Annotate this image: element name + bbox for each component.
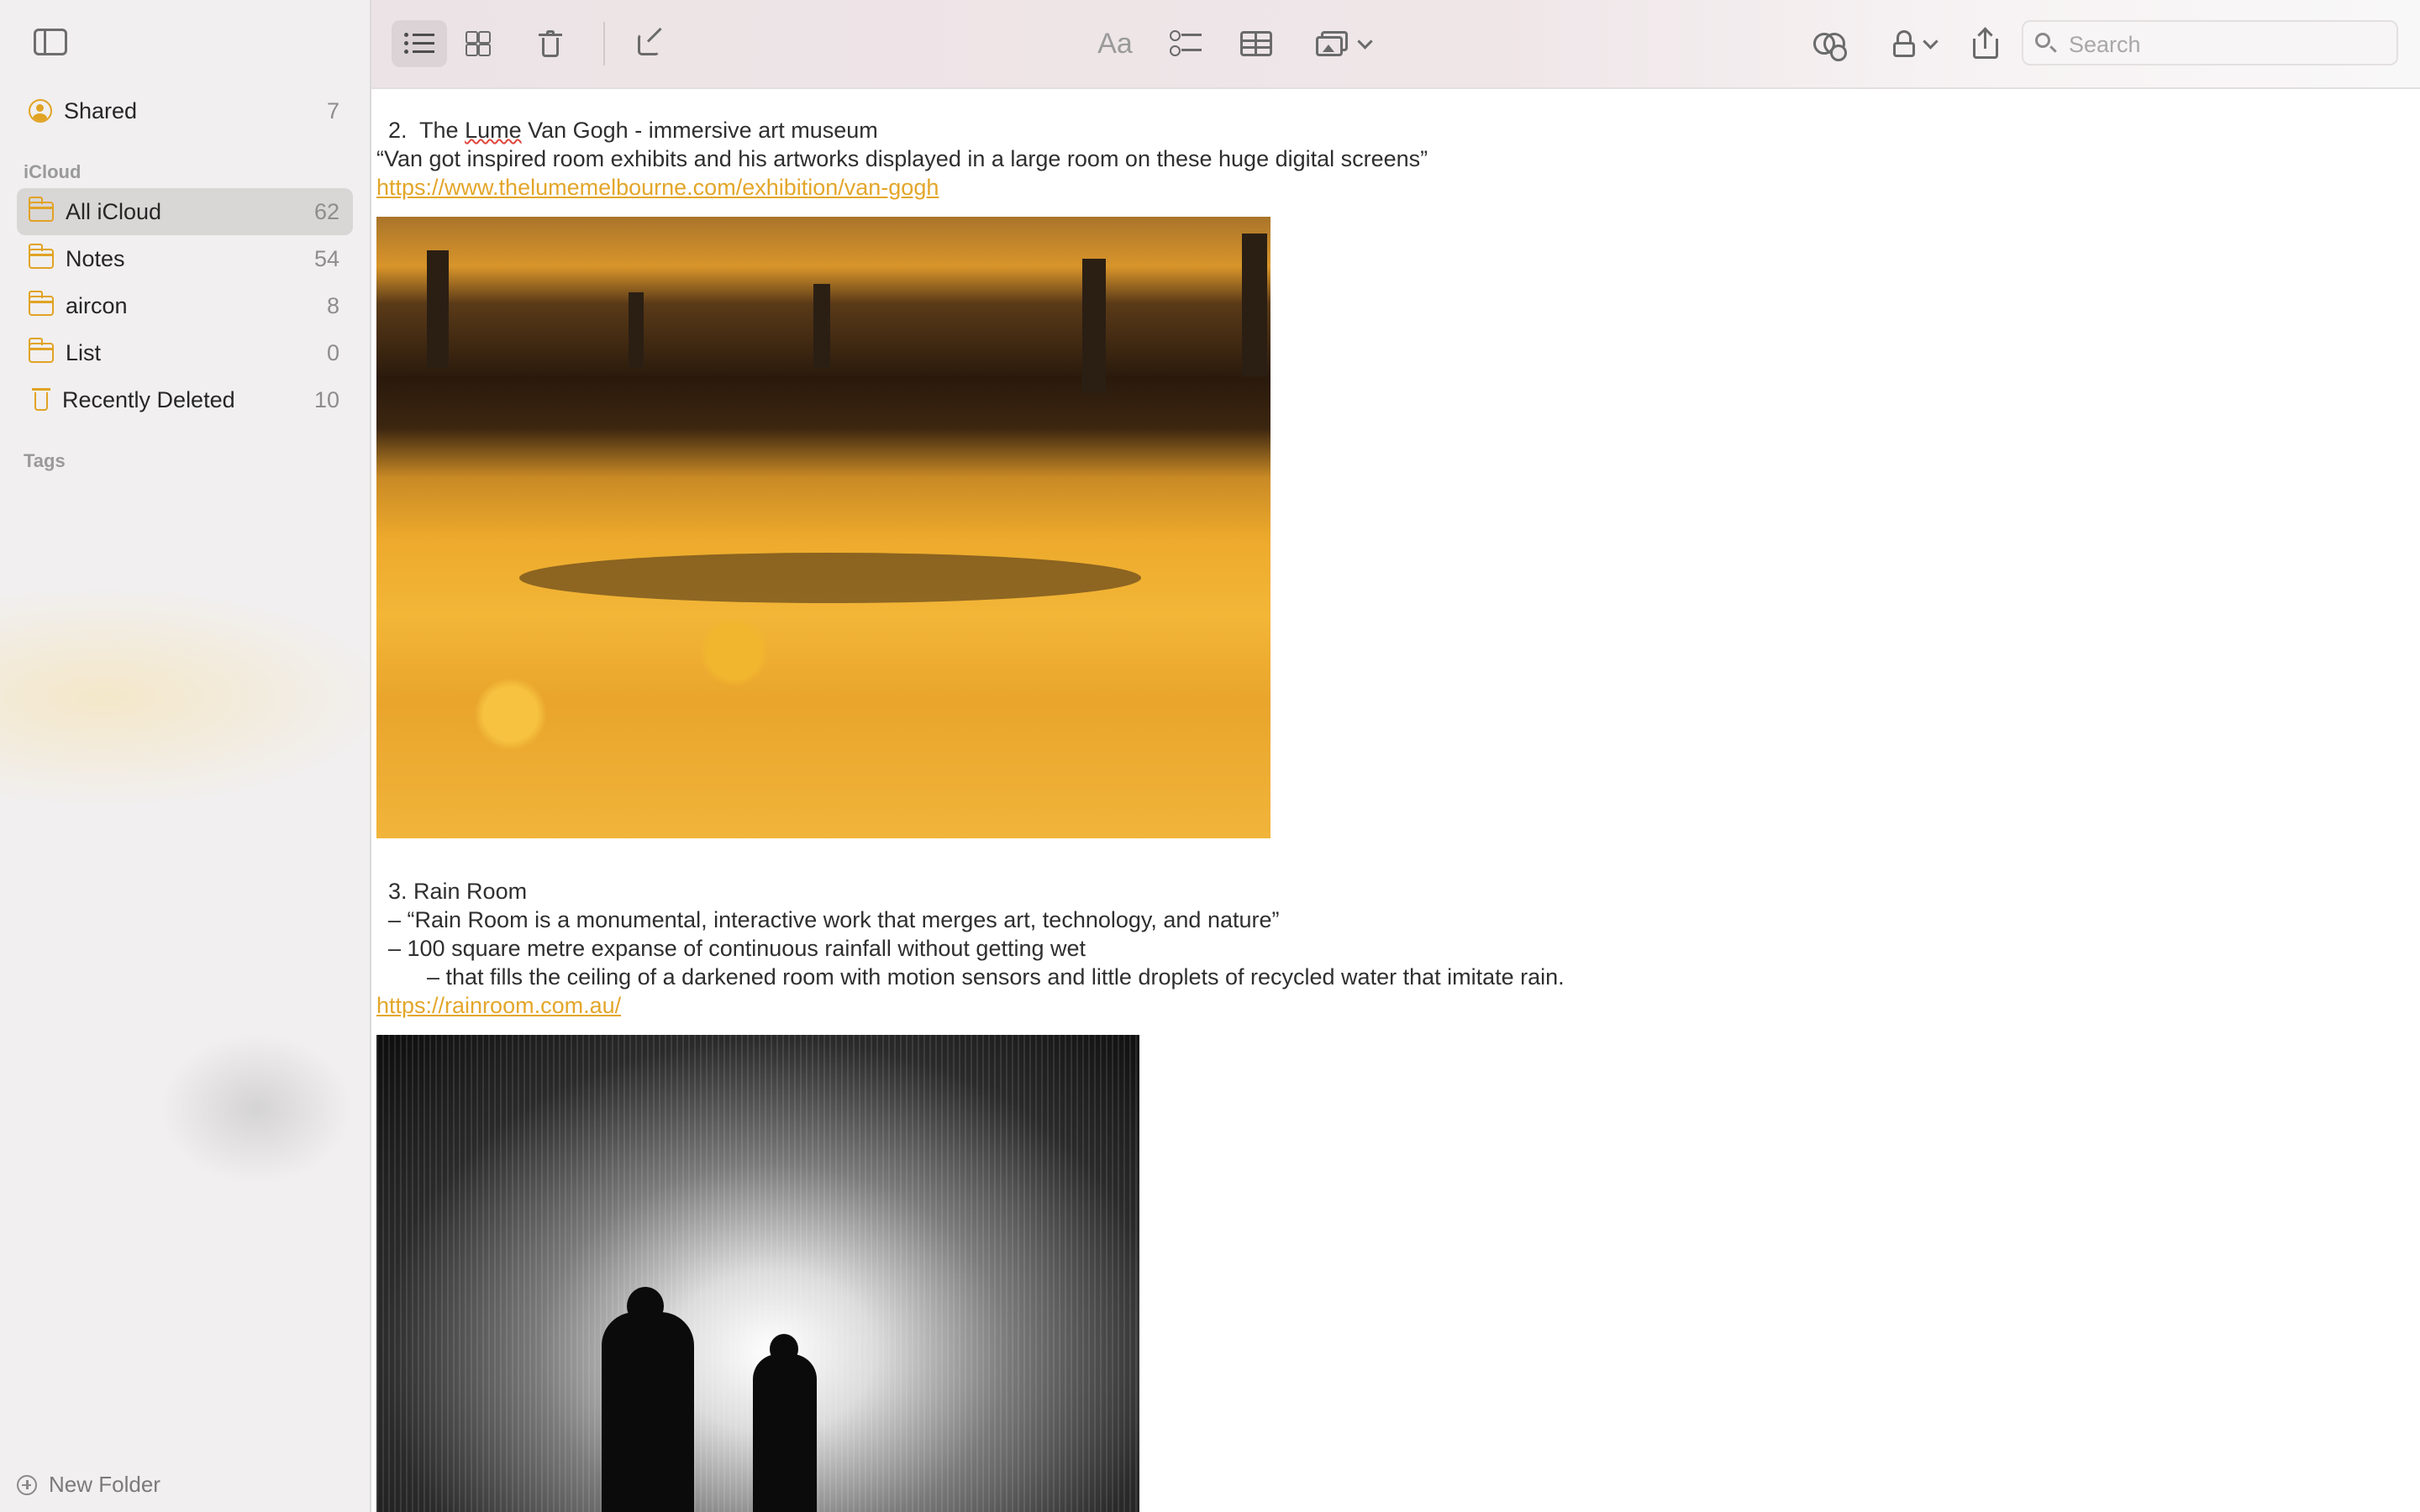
sidebar-item-shared[interactable]: Shared 7 (17, 87, 353, 134)
collaborate-button[interactable] (1800, 20, 1855, 67)
note-text: Van Gogh - immersive art museum (521, 118, 878, 143)
list-view-button[interactable] (392, 20, 447, 67)
note-item-3-title: 3. Rain Room (388, 879, 528, 904)
compose-icon (638, 30, 665, 57)
sidebar-item-label: Notes (66, 245, 125, 271)
sidebar-item-label: List (66, 339, 102, 365)
sidebar-item-count: 8 (326, 292, 339, 318)
note-editor[interactable]: 2. The Lume Van Gogh - immersive art mus… (376, 87, 2410, 1512)
gallery-view-button[interactable] (450, 20, 506, 67)
folder-icon (28, 244, 54, 269)
section-header-icloud: iCloud (24, 161, 82, 182)
sidebar-item-recently-deleted[interactable]: Recently Deleted 10 (17, 376, 353, 423)
sidebar-item-count: 0 (326, 339, 339, 365)
share-button[interactable] (1958, 20, 2013, 67)
sidebar-item-label: Shared (64, 97, 138, 123)
media-button[interactable] (1301, 20, 1385, 67)
sunflower-room-image (376, 217, 1270, 838)
checklist-button[interactable] (1158, 20, 1213, 67)
section-header-tags: Tags (24, 450, 66, 471)
gallery-view-icon (466, 31, 491, 56)
table-button[interactable] (1228, 20, 1284, 67)
note-item-3-subbullet: – that fills the ceiling of a darkened r… (427, 964, 1565, 990)
sidebar-item-all-icloud[interactable]: All iCloud 62 (17, 188, 353, 235)
toolbar-divider (603, 22, 605, 66)
chevron-down-icon (1922, 33, 1939, 50)
chevron-down-icon (1356, 33, 1373, 50)
sidebar-item-count: 54 (313, 245, 339, 271)
search-icon (2035, 33, 2050, 48)
sidebar: Shared 7 iCloud All iCloud 62 Notes 54 a… (0, 0, 371, 1512)
note-item-2-title: 2. The Lume Van Gogh - immersive art mus… (388, 118, 878, 144)
sidebar-item-label: All iCloud (66, 198, 162, 224)
note-item-3-link[interactable]: https://rainroom.com.au/ (376, 993, 621, 1019)
sidebar-item-label: Recently Deleted (62, 386, 235, 412)
lock-button[interactable] (1876, 20, 1953, 67)
lock-icon (1892, 30, 1915, 57)
plus-circle-icon (17, 1474, 37, 1495)
note-item-3-bullet-1: – “Rain Room is a monumental, interactiv… (388, 907, 1280, 932)
sidebar-toggle-icon[interactable] (34, 29, 67, 55)
compose-button[interactable] (623, 20, 679, 67)
rain-room-image (376, 1035, 1139, 1512)
list-view-icon (404, 33, 434, 55)
new-folder-button[interactable]: New Folder (17, 1472, 160, 1498)
sidebar-item-count: 7 (326, 97, 339, 123)
sidebar-item-notes[interactable]: Notes 54 (17, 235, 353, 282)
sidebar-item-label: aircon (66, 292, 128, 318)
sidebar-item-aircon[interactable]: aircon 8 (17, 282, 353, 329)
text-format-button[interactable]: Aa (1087, 20, 1143, 67)
search-input[interactable] (2067, 29, 2390, 60)
text-format-icon: Aa (1097, 27, 1133, 60)
trash-icon (539, 30, 562, 57)
collaborate-icon (1812, 29, 1847, 61)
folder-icon (28, 291, 54, 316)
note-item-2-quote: “Van got inspired room exhibits and his … (376, 146, 1428, 171)
new-folder-label: New Folder (49, 1472, 160, 1497)
folder-icon (28, 197, 54, 222)
delete-button[interactable] (523, 20, 578, 67)
note-item-3-bullet-2: – 100 square metre expanse of continuous… (388, 936, 1086, 961)
table-icon (1240, 31, 1272, 56)
folder-icon (28, 338, 54, 363)
sidebar-item-count: 10 (313, 386, 339, 412)
note-item-2-link[interactable]: https://www.thelumemelbourne.com/exhibit… (376, 175, 939, 201)
search-field[interactable] (2022, 20, 2398, 66)
sidebar-item-count: 62 (313, 198, 339, 224)
sidebar-item-list[interactable]: List 0 (17, 329, 353, 376)
shared-icon (29, 99, 52, 123)
media-icon (1315, 31, 1349, 56)
note-text: 2. The (388, 118, 466, 143)
misspelled-word: Lume (465, 118, 522, 143)
share-icon (1973, 27, 1998, 59)
checklist-icon (1170, 30, 1202, 57)
trash-icon (32, 388, 50, 412)
